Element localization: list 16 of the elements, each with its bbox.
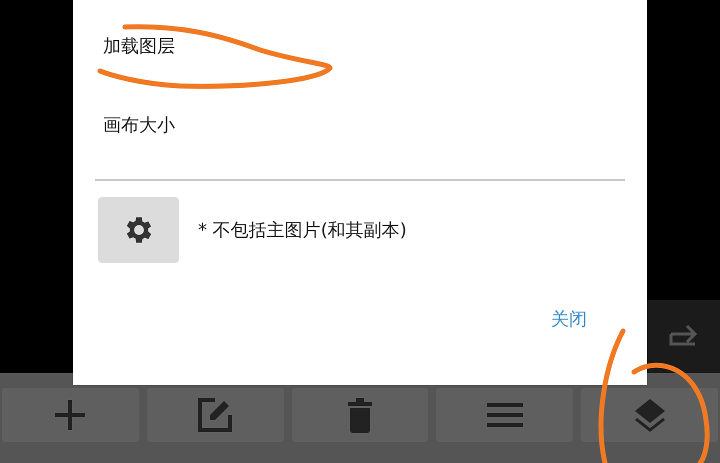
trash-icon bbox=[346, 397, 374, 433]
edit-icon bbox=[197, 397, 234, 433]
delete-button[interactable] bbox=[292, 388, 428, 442]
redo-button[interactable] bbox=[647, 300, 720, 373]
layers-button[interactable] bbox=[581, 388, 718, 442]
menu-icon bbox=[486, 402, 523, 428]
add-button[interactable] bbox=[2, 388, 139, 442]
close-button[interactable]: 关闭 bbox=[547, 305, 591, 333]
layers-icon bbox=[632, 397, 667, 433]
settings-button[interactable] bbox=[98, 197, 179, 263]
menu-item[interactable]: 加载图层 bbox=[95, 30, 625, 109]
menu-button[interactable] bbox=[436, 388, 574, 442]
edit-button[interactable] bbox=[146, 388, 284, 442]
note-text: * 不包括主图片(和其副本) bbox=[198, 219, 407, 242]
plus-icon bbox=[53, 398, 88, 432]
menu-item[interactable]: 画布大小 bbox=[95, 109, 625, 179]
